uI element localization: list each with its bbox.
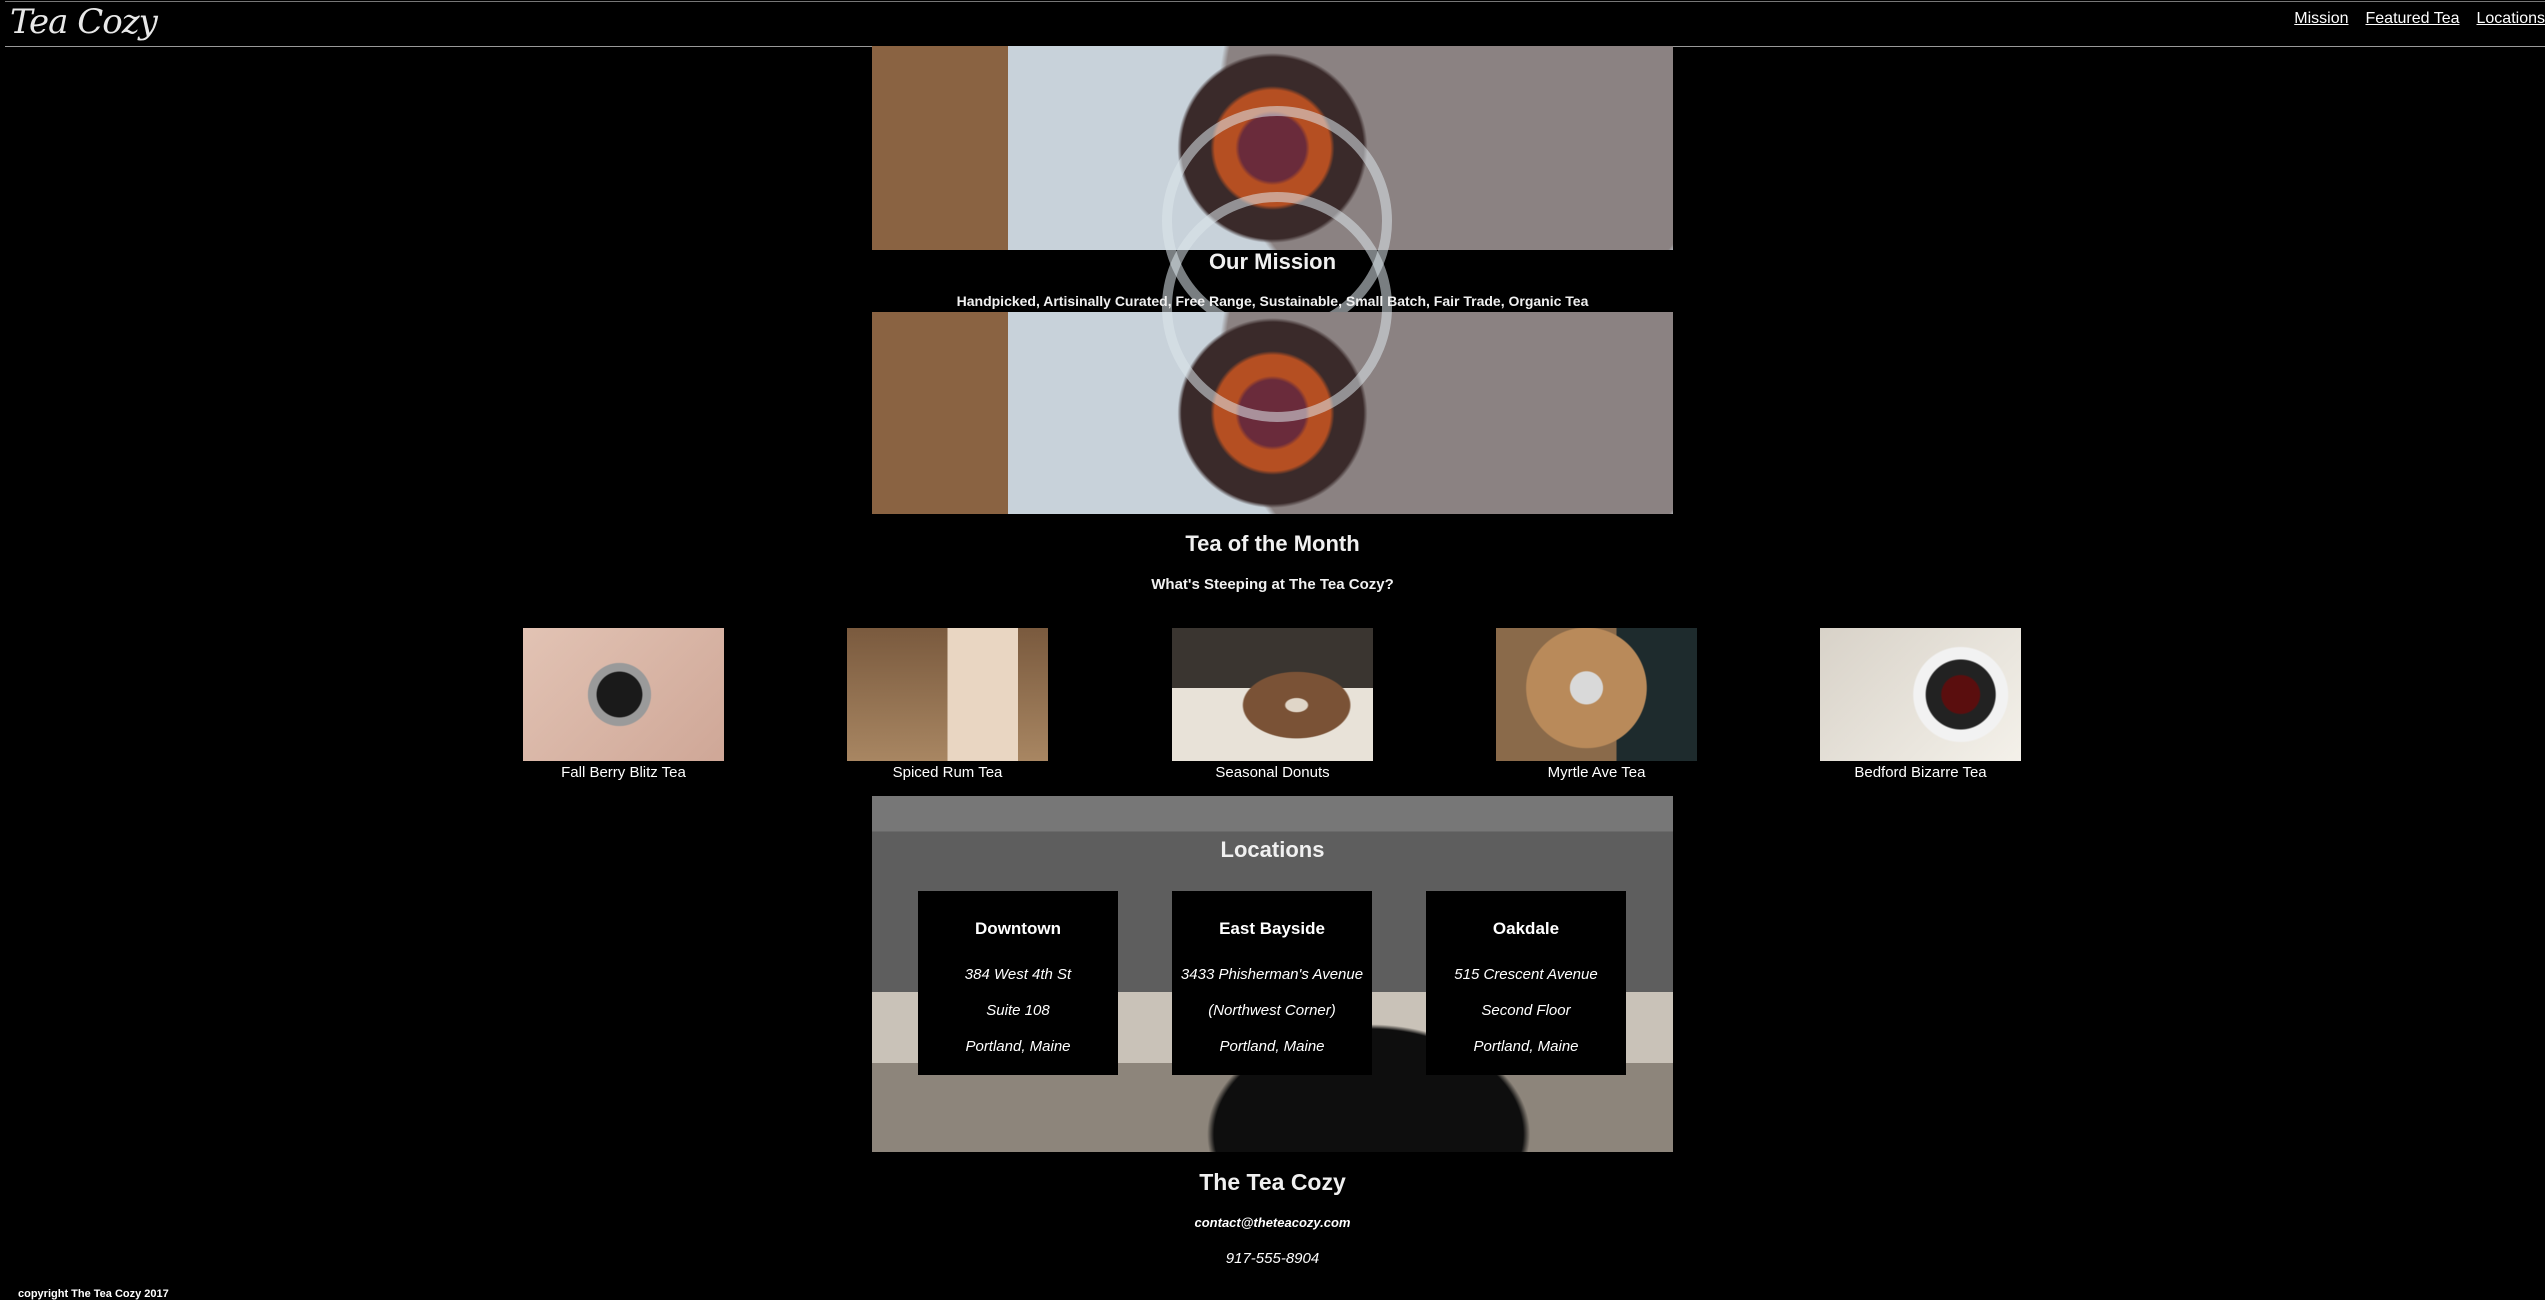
location-name: Downtown [975, 919, 1061, 938]
logo[interactable]: Tea Cozy [10, 2, 158, 42]
location-address-line: Portland, Maine [1473, 1038, 1579, 1055]
tea-caption: Myrtle Ave Tea [1547, 764, 1646, 781]
site-header [5, 1, 2545, 47]
tea-image [523, 628, 724, 761]
mission-title: Our Mission [1208, 249, 1337, 274]
location-card-oakdale: Oakdale 515 Crescent Avenue Second Floor… [1426, 891, 1626, 1075]
locations-title: Locations [1220, 837, 1325, 862]
tea-caption: Bedford Bizarre Tea [1854, 764, 1987, 781]
tea-caption: Spiced Rum Tea [892, 764, 1003, 781]
mission-image-bottom [872, 192, 1673, 514]
mission-subtitle: Handpicked, Artisinally Curated, Free Ra… [956, 293, 1589, 309]
featured-title: Tea of the Month [1185, 531, 1360, 556]
nav-link-locations[interactable]: Locations [2477, 10, 2545, 28]
tea-item[interactable]: Spiced Rum Tea [847, 628, 1048, 781]
featured-subtitle: What's Steeping at The Tea Cozy? [1151, 576, 1394, 593]
footer-title: The Tea Cozy [1199, 1169, 1346, 1195]
tea-image [847, 628, 1048, 761]
location-address-line: Portland, Maine [1219, 1038, 1325, 1055]
nav-link-mission[interactable]: Mission [2294, 10, 2348, 28]
tea-caption: Fall Berry Blitz Tea [561, 764, 686, 781]
tea-item[interactable]: Bedford Bizarre Tea [1820, 628, 2021, 781]
location-name: East Bayside [1219, 919, 1325, 938]
copyright: copyright The Tea Cozy 2017 [18, 1288, 169, 1300]
tea-image [1820, 628, 2021, 761]
location-address-line: Suite 108 [986, 1002, 1050, 1019]
tea-item[interactable]: Myrtle Ave Tea [1496, 628, 1697, 781]
tea-caption: Seasonal Donuts [1215, 764, 1330, 781]
tea-item[interactable]: Seasonal Donuts [1172, 628, 1373, 781]
location-card-east-bayside: East Bayside 3433 Phisherman's Avenue (N… [1172, 891, 1372, 1075]
tea-item[interactable]: Fall Berry Blitz Tea [523, 628, 724, 781]
location-card-downtown: Downtown 384 West 4th St Suite 108 Portl… [918, 891, 1118, 1075]
location-address-line: Second Floor [1481, 1002, 1571, 1019]
nav-link-featured-tea[interactable]: Featured Tea [2366, 10, 2460, 28]
tea-image [1496, 628, 1697, 761]
location-address-line: (Northwest Corner) [1208, 1002, 1336, 1019]
footer-email: contact@theteacozy.com [1194, 1215, 1351, 1230]
location-address-line: Portland, Maine [965, 1038, 1071, 1055]
footer-phone: 917-555-8904 [1225, 1250, 1320, 1267]
tea-image [1172, 628, 1373, 761]
nav-bar: Mission Featured Tea Locations [2294, 10, 2545, 28]
location-name: Oakdale [1492, 919, 1560, 938]
location-address-line: 515 Crescent Avenue [1454, 966, 1598, 983]
location-address-line: 384 West 4th St [964, 966, 1072, 983]
location-address-line: 3433 Phisherman's Avenue [1180, 966, 1364, 983]
